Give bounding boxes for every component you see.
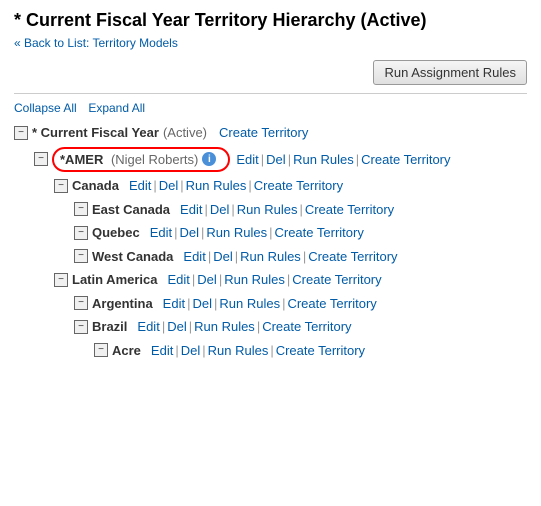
collapse-brazil-button[interactable]: −: [74, 320, 88, 334]
divider: [14, 93, 527, 94]
west-canada-run-rules-link[interactable]: Run Rules: [240, 249, 301, 264]
tree-row-amer: − *AMER (Nigel Roberts) i Edit|Del|Run R…: [14, 145, 527, 175]
argentina-edit-link[interactable]: Edit: [163, 296, 185, 311]
collapse-latin-america-button[interactable]: −: [54, 273, 68, 287]
collapse-amer-button[interactable]: −: [34, 152, 48, 166]
canada-edit-link[interactable]: Edit: [129, 178, 151, 193]
territory-tree: − * Current Fiscal Year (Active) Create …: [14, 121, 527, 362]
east-canada-del-link[interactable]: Del: [210, 202, 230, 217]
east-canada-edit-link[interactable]: Edit: [180, 202, 202, 217]
acre-actions: Edit|Del|Run Rules|Create Territory: [151, 341, 365, 361]
collapse-argentina-button[interactable]: −: [74, 296, 88, 310]
brazil-del-link[interactable]: Del: [167, 319, 187, 334]
canada-del-link[interactable]: Del: [159, 178, 179, 193]
argentina-del-link[interactable]: Del: [192, 296, 212, 311]
run-assignment-rules-button[interactable]: Run Assignment Rules: [373, 60, 527, 85]
tree-row-brazil: − Brazil Edit|Del|Run Rules|Create Terri…: [14, 315, 527, 339]
brazil-actions: Edit|Del|Run Rules|Create Territory: [137, 317, 351, 337]
tree-row-acre: − Acre Edit|Del|Run Rules|Create Territo…: [14, 339, 527, 363]
amer-run-rules-link[interactable]: Run Rules: [293, 152, 354, 167]
amer-edit-link[interactable]: Edit: [236, 152, 258, 167]
acre-del-link[interactable]: Del: [181, 343, 201, 358]
latin-america-run-rules-link[interactable]: Run Rules: [224, 272, 285, 287]
argentina-node-name: Argentina: [92, 294, 153, 314]
root-node-name: * Current Fiscal Year: [32, 123, 159, 143]
acre-edit-link[interactable]: Edit: [151, 343, 173, 358]
tree-row-argentina: − Argentina Edit|Del|Run Rules|Create Te…: [14, 292, 527, 316]
root-create-territory-link[interactable]: Create Territory: [219, 123, 308, 143]
canada-actions: Edit|Del|Run Rules|Create Territory: [129, 176, 343, 196]
quebec-create-territory-link[interactable]: Create Territory: [274, 225, 363, 240]
amer-node-meta: (Nigel Roberts): [107, 150, 198, 170]
collapse-acre-button[interactable]: −: [94, 343, 108, 357]
amer-node-name: *AMER: [60, 150, 103, 170]
latin-america-del-link[interactable]: Del: [197, 272, 217, 287]
collapse-root-button[interactable]: −: [14, 126, 28, 140]
amer-create-territory-link[interactable]: Create Territory: [361, 152, 450, 167]
header-row: Run Assignment Rules: [14, 60, 527, 85]
canada-create-territory-link[interactable]: Create Territory: [254, 178, 343, 193]
brazil-create-territory-link[interactable]: Create Territory: [262, 319, 351, 334]
east-canada-node-name: East Canada: [92, 200, 170, 220]
canada-run-rules-link[interactable]: Run Rules: [186, 178, 247, 193]
west-canada-edit-link[interactable]: Edit: [183, 249, 205, 264]
tree-row-east-canada: − East Canada Edit|Del|Run Rules|Create …: [14, 198, 527, 222]
brazil-node-name: Brazil: [92, 317, 127, 337]
east-canada-actions: Edit|Del|Run Rules|Create Territory: [180, 200, 394, 220]
latin-america-edit-link[interactable]: Edit: [168, 272, 190, 287]
acre-run-rules-link[interactable]: Run Rules: [208, 343, 269, 358]
tree-row-quebec: − Quebec Edit|Del|Run Rules|Create Terri…: [14, 221, 527, 245]
tree-row-west-canada: − West Canada Edit|Del|Run Rules|Create …: [14, 245, 527, 269]
west-canada-node-name: West Canada: [92, 247, 173, 267]
root-node-meta: (Active): [163, 123, 207, 143]
east-canada-create-territory-link[interactable]: Create Territory: [305, 202, 394, 217]
latin-america-node-name: Latin America: [72, 270, 158, 290]
collapse-west-canada-button[interactable]: −: [74, 249, 88, 263]
quebec-del-link[interactable]: Del: [179, 225, 199, 240]
quebec-node-name: Quebec: [92, 223, 140, 243]
tree-row-latin-america: − Latin America Edit|Del|Run Rules|Creat…: [14, 268, 527, 292]
quebec-actions: Edit|Del|Run Rules|Create Territory: [150, 223, 364, 243]
amer-highlight: *AMER (Nigel Roberts) i: [52, 147, 230, 173]
brazil-run-rules-link[interactable]: Run Rules: [194, 319, 255, 334]
latin-america-actions: Edit|Del|Run Rules|Create Territory: [168, 270, 382, 290]
west-canada-actions: Edit|Del|Run Rules|Create Territory: [183, 247, 397, 267]
collapse-canada-button[interactable]: −: [54, 179, 68, 193]
west-canada-del-link[interactable]: Del: [213, 249, 233, 264]
quebec-edit-link[interactable]: Edit: [150, 225, 172, 240]
collapse-expand-row: Collapse All Expand All: [14, 100, 527, 115]
brazil-edit-link[interactable]: Edit: [137, 319, 159, 334]
acre-create-territory-link[interactable]: Create Territory: [276, 343, 365, 358]
argentina-run-rules-link[interactable]: Run Rules: [219, 296, 280, 311]
latin-america-create-territory-link[interactable]: Create Territory: [292, 272, 381, 287]
amer-del-link[interactable]: Del: [266, 152, 286, 167]
tree-row-canada: − Canada Edit|Del|Run Rules|Create Terri…: [14, 174, 527, 198]
argentina-create-territory-link[interactable]: Create Territory: [287, 296, 376, 311]
west-canada-create-territory-link[interactable]: Create Territory: [308, 249, 397, 264]
page-title: * Current Fiscal Year Territory Hierarch…: [14, 10, 527, 31]
collapse-all-link[interactable]: Collapse All: [14, 101, 77, 115]
info-icon[interactable]: i: [202, 152, 216, 166]
back-link[interactable]: « Back to List: Territory Models: [14, 36, 178, 50]
quebec-run-rules-link[interactable]: Run Rules: [206, 225, 267, 240]
acre-node-name: Acre: [112, 341, 141, 361]
page-container: * Current Fiscal Year Territory Hierarch…: [0, 0, 541, 372]
expand-all-link[interactable]: Expand All: [88, 101, 145, 115]
amer-actions: Edit|Del|Run Rules|Create Territory: [236, 150, 450, 170]
tree-row-root: − * Current Fiscal Year (Active) Create …: [14, 121, 527, 145]
east-canada-run-rules-link[interactable]: Run Rules: [237, 202, 298, 217]
collapse-east-canada-button[interactable]: −: [74, 202, 88, 216]
collapse-quebec-button[interactable]: −: [74, 226, 88, 240]
argentina-actions: Edit|Del|Run Rules|Create Territory: [163, 294, 377, 314]
canada-node-name: Canada: [72, 176, 119, 196]
